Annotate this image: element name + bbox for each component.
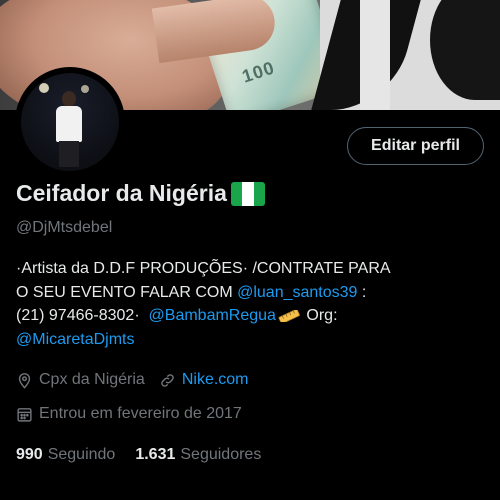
profile-location: Cpx da Nigéria xyxy=(39,371,145,388)
followers-count: 1.631 xyxy=(135,446,176,463)
profile-bio: ·Artista da D.D.F PRODUÇÕES· /CONTRATE P… xyxy=(16,257,486,351)
name-row: Ceifador da Nigéria xyxy=(16,180,265,207)
mention-bambam-regua[interactable]: @BambamRegua xyxy=(149,307,276,324)
following-count: 990 xyxy=(16,446,43,463)
bio-line-3: (21) 97466-8302· @BambamRegua Org: xyxy=(16,307,338,324)
calendar-icon xyxy=(17,407,32,422)
followers-link[interactable]: 1.631 Seguidores xyxy=(135,446,261,464)
profile-joined-date: Entrou em fevereiro de 2017 xyxy=(39,405,242,422)
mention-micareta-djmts[interactable]: @MicaretaDjmts xyxy=(16,331,134,348)
profile-website-link[interactable]: Nike.com xyxy=(182,371,249,389)
follow-stats: 990 Seguindo 1.631 Seguidores xyxy=(16,446,261,464)
avatar[interactable] xyxy=(15,67,125,177)
location-icon xyxy=(18,372,31,389)
mention-luan-santos[interactable]: @luan_santos39 xyxy=(237,284,357,301)
bio-line-1: ·Artista da D.D.F PRODUÇÕES· /CONTRATE P… xyxy=(16,260,391,277)
following-label: Seguindo xyxy=(47,446,116,463)
bio-line-2: O SEU EVENTO FALAR COM @luan_santos39 : xyxy=(16,283,367,301)
display-name: Ceifador da Nigéria xyxy=(16,180,227,206)
user-handle: @DjMtsdebel xyxy=(16,219,113,236)
bio-line-4: @MicaretaDjmts xyxy=(16,328,486,352)
followers-label: Seguidores xyxy=(180,446,262,463)
profile-meta-row: Cpx da Nigéria Nike.com xyxy=(16,371,249,389)
following-link[interactable]: 990 Seguindo xyxy=(16,446,115,464)
edit-profile-button[interactable]: Editar perfil xyxy=(347,127,484,165)
ruler-icon xyxy=(278,309,300,322)
link-icon xyxy=(161,373,174,387)
nigeria-flag-icon xyxy=(230,181,265,206)
banner-graffiti xyxy=(311,0,500,110)
profile-joined-row: Entrou em fevereiro de 2017 xyxy=(16,405,242,423)
